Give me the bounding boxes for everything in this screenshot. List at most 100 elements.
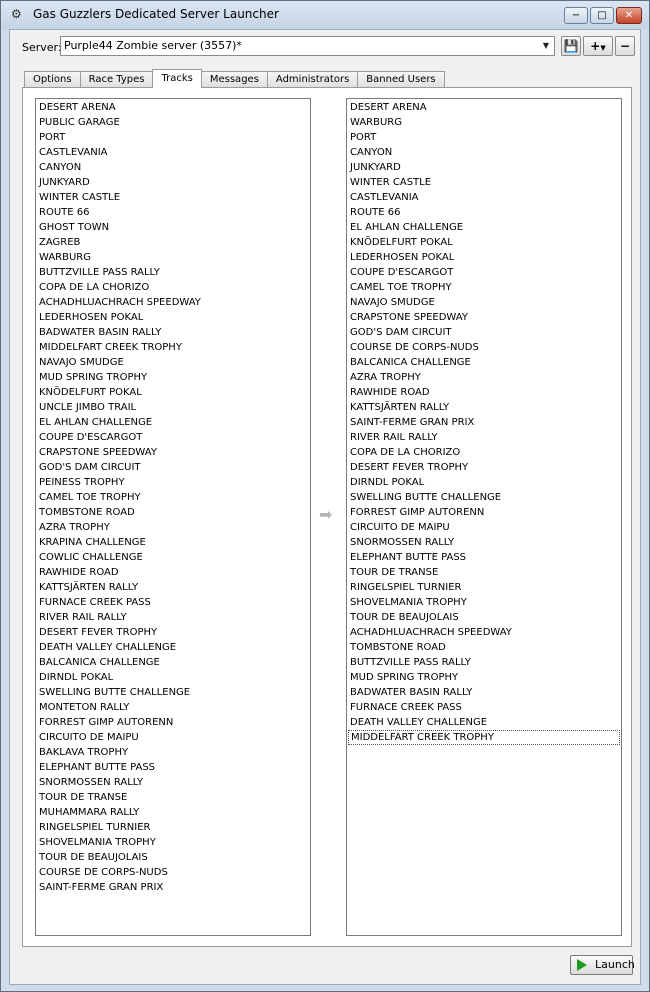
track-list-item[interactable]: DIRNDL POKAL bbox=[347, 475, 621, 490]
add-server-button[interactable]: +▼ bbox=[583, 36, 613, 56]
track-list-item[interactable]: LEDERHOSEN POKAL bbox=[347, 250, 621, 265]
track-list-item[interactable]: COUPE D'ESCARGOT bbox=[347, 265, 621, 280]
track-list-item[interactable]: SHOVELMANIA TROPHY bbox=[36, 835, 310, 850]
track-list-item[interactable]: EL AHLAN CHALLENGE bbox=[36, 415, 310, 430]
minimize-button[interactable]: − bbox=[564, 7, 588, 24]
track-list-item[interactable]: PEINESS TROPHY bbox=[36, 475, 310, 490]
chevron-down-icon[interactable]: ▼ bbox=[600, 44, 605, 52]
track-list-item[interactable]: CRAPSTONE SPEEDWAY bbox=[36, 445, 310, 460]
track-list-item[interactable]: COURSE DE CORPS-NUDS bbox=[347, 340, 621, 355]
track-list-item[interactable]: PORT bbox=[347, 130, 621, 145]
track-list-item[interactable]: KATTSJÄRTEN RALLY bbox=[36, 580, 310, 595]
track-list-item[interactable]: SWELLING BUTTE CHALLENGE bbox=[347, 490, 621, 505]
track-list-item[interactable]: BADWATER BASIN RALLY bbox=[347, 685, 621, 700]
track-list-item[interactable]: GOD'S DAM CIRCUIT bbox=[36, 460, 310, 475]
track-list-item[interactable]: WARBURG bbox=[36, 250, 310, 265]
track-list-item[interactable]: MONTETON RALLY bbox=[36, 700, 310, 715]
track-list-item[interactable]: FURNACE CREEK PASS bbox=[36, 595, 310, 610]
track-list-item[interactable]: CANYON bbox=[347, 145, 621, 160]
track-list-item[interactable]: FORREST GIMP AUTORENN bbox=[347, 505, 621, 520]
track-list-item[interactable]: GHOST TOWN bbox=[36, 220, 310, 235]
track-list-item[interactable]: DESERT FEVER TROPHY bbox=[36, 625, 310, 640]
track-list-item[interactable]: ZAGREB bbox=[36, 235, 310, 250]
track-list-item[interactable]: COPA DE LA CHORIZO bbox=[347, 445, 621, 460]
track-list-item[interactable]: COPA DE LA CHORIZO bbox=[36, 280, 310, 295]
track-list-item[interactable]: SWELLING BUTTE CHALLENGE bbox=[36, 685, 310, 700]
track-list-item[interactable]: JUNKYARD bbox=[347, 160, 621, 175]
track-list-item[interactable]: SNORMOSSEN RALLY bbox=[36, 775, 310, 790]
track-list-item[interactable]: NAVAJO SMUDGE bbox=[36, 355, 310, 370]
track-list-item[interactable]: RINGELSPIEL TURNIER bbox=[36, 820, 310, 835]
tab-options[interactable]: Options bbox=[24, 71, 81, 88]
track-list-item[interactable]: WINTER CASTLE bbox=[347, 175, 621, 190]
track-list-item[interactable]: LEDERHOSEN POKAL bbox=[36, 310, 310, 325]
track-list-item[interactable]: UNCLE JIMBO TRAIL bbox=[36, 400, 310, 415]
track-list-item[interactable]: DESERT ARENA bbox=[347, 100, 621, 115]
track-list-item[interactable]: KNÖDELFURT POKAL bbox=[36, 385, 310, 400]
maximize-button[interactable]: □ bbox=[590, 7, 614, 24]
track-list-item[interactable]: TOUR DE TRANSE bbox=[36, 790, 310, 805]
track-list-item[interactable]: CASTLEVANIA bbox=[347, 190, 621, 205]
server-dropdown[interactable]: Purple44 Zombie server (3557)* ▼ bbox=[60, 36, 555, 56]
launch-button[interactable]: Launch bbox=[570, 955, 635, 975]
selected-tracks-list[interactable]: DESERT ARENA WARBURG PORT CANYON JUNKYARD WIN… bbox=[346, 98, 622, 936]
track-list-item[interactable]: BALCANICA CHALLENGE bbox=[347, 355, 621, 370]
tab-race-types[interactable]: Race Types bbox=[79, 71, 154, 88]
track-list-item[interactable]: CAMEL TOE TROPHY bbox=[347, 280, 621, 295]
track-list-item[interactable]: RIVER RAIL RALLY bbox=[347, 430, 621, 445]
track-list-item[interactable]: BADWATER BASIN RALLY bbox=[36, 325, 310, 340]
track-list-item[interactable]: AZRA TROPHY bbox=[36, 520, 310, 535]
title-bar[interactable]: ⚙ Gas Guzzlers Dedicated Server Launcher… bbox=[1, 1, 649, 29]
track-list-item[interactable]: FORREST GIMP AUTORENN bbox=[36, 715, 310, 730]
track-list-item[interactable]: MIDDELFART CREEK TROPHY bbox=[36, 340, 310, 355]
close-button[interactable]: ✕ bbox=[616, 7, 642, 24]
track-list-item[interactable]: WINTER CASTLE bbox=[36, 190, 310, 205]
track-list-item[interactable]: ACHADHLUACHRACH SPEEDWAY bbox=[347, 625, 621, 640]
track-list-item[interactable]: BAKLAVA TROPHY bbox=[36, 745, 310, 760]
track-list-item[interactable]: KRAPINA CHALLENGE bbox=[36, 535, 310, 550]
track-list-item[interactable]: PUBLIC GARAGE bbox=[36, 115, 310, 130]
track-list-item[interactable]: DEATH VALLEY CHALLENGE bbox=[347, 715, 621, 730]
track-list-item[interactable]: ACHADHLUACHRACH SPEEDWAY bbox=[36, 295, 310, 310]
track-list-item[interactable]: KATTSJÄRTEN RALLY bbox=[347, 400, 621, 415]
chevron-down-icon[interactable]: ▼ bbox=[538, 37, 554, 55]
track-list-item[interactable]: ELEPHANT BUTTE PASS bbox=[347, 550, 621, 565]
track-list-item[interactable]: WARBURG bbox=[347, 115, 621, 130]
track-list-item[interactable]: SHOVELMANIA TROPHY bbox=[347, 595, 621, 610]
track-list-item[interactable]: DESERT FEVER TROPHY bbox=[347, 460, 621, 475]
track-list-item[interactable]: AZRA TROPHY bbox=[347, 370, 621, 385]
track-list-item[interactable]: ELEPHANT BUTTE PASS bbox=[36, 760, 310, 775]
track-list-item[interactable]: EL AHLAN CHALLENGE bbox=[347, 220, 621, 235]
track-list-item[interactable]: MUD SPRING TROPHY bbox=[347, 670, 621, 685]
tab-messages[interactable]: Messages bbox=[200, 71, 268, 88]
track-list-item[interactable]: CRAPSTONE SPEEDWAY bbox=[347, 310, 621, 325]
track-list-item[interactable]: COWLIC CHALLENGE bbox=[36, 550, 310, 565]
track-list-item[interactable]: MUHAMMARA RALLY bbox=[36, 805, 310, 820]
track-list-item[interactable]: GOD'S DAM CIRCUIT bbox=[347, 325, 621, 340]
tab-banned-users[interactable]: Banned Users bbox=[357, 71, 445, 88]
track-list-item[interactable]: COURSE DE CORPS-NUDS bbox=[36, 865, 310, 880]
track-list-item[interactable]: ROUTE 66 bbox=[347, 205, 621, 220]
track-list-item[interactable]: CANYON bbox=[36, 160, 310, 175]
track-list-item[interactable]: RAWHIDE ROAD bbox=[36, 565, 310, 580]
track-list-item[interactable]: CIRCUITO DE MAIPU bbox=[36, 730, 310, 745]
track-list-item[interactable]: MUD SPRING TROPHY bbox=[36, 370, 310, 385]
track-list-item[interactable]: CASTLEVANIA bbox=[36, 145, 310, 160]
track-list-item[interactable]: CIRCUITO DE MAIPU bbox=[347, 520, 621, 535]
track-list-item[interactable]: JUNKYARD bbox=[36, 175, 310, 190]
track-list-item[interactable]: COUPE D'ESCARGOT bbox=[36, 430, 310, 445]
track-list-item[interactable]: SAINT-FERME GRAN PRIX bbox=[36, 880, 310, 895]
tab-administrators[interactable]: Administrators bbox=[266, 71, 359, 88]
track-list-item[interactable]: TOUR DE BEAUJOLAIS bbox=[347, 610, 621, 625]
track-list-item[interactable]: DEATH VALLEY CHALLENGE bbox=[36, 640, 310, 655]
track-list-item[interactable]: DESERT ARENA bbox=[36, 100, 310, 115]
track-list-item[interactable]: KNÖDELFURT POKAL bbox=[347, 235, 621, 250]
track-list-item[interactable]: CAMEL TOE TROPHY bbox=[36, 490, 310, 505]
track-list-item[interactable]: FURNACE CREEK PASS bbox=[347, 700, 621, 715]
track-list-item[interactable]: RAWHIDE ROAD bbox=[347, 385, 621, 400]
track-list-item[interactable]: DIRNDL POKAL bbox=[36, 670, 310, 685]
track-list-item[interactable]: RIVER RAIL RALLY bbox=[36, 610, 310, 625]
track-list-item[interactable]: BALCANICA CHALLENGE bbox=[36, 655, 310, 670]
track-list-item[interactable]: SAINT-FERME GRAN PRIX bbox=[347, 415, 621, 430]
track-list-item[interactable]: NAVAJO SMUDGE bbox=[347, 295, 621, 310]
